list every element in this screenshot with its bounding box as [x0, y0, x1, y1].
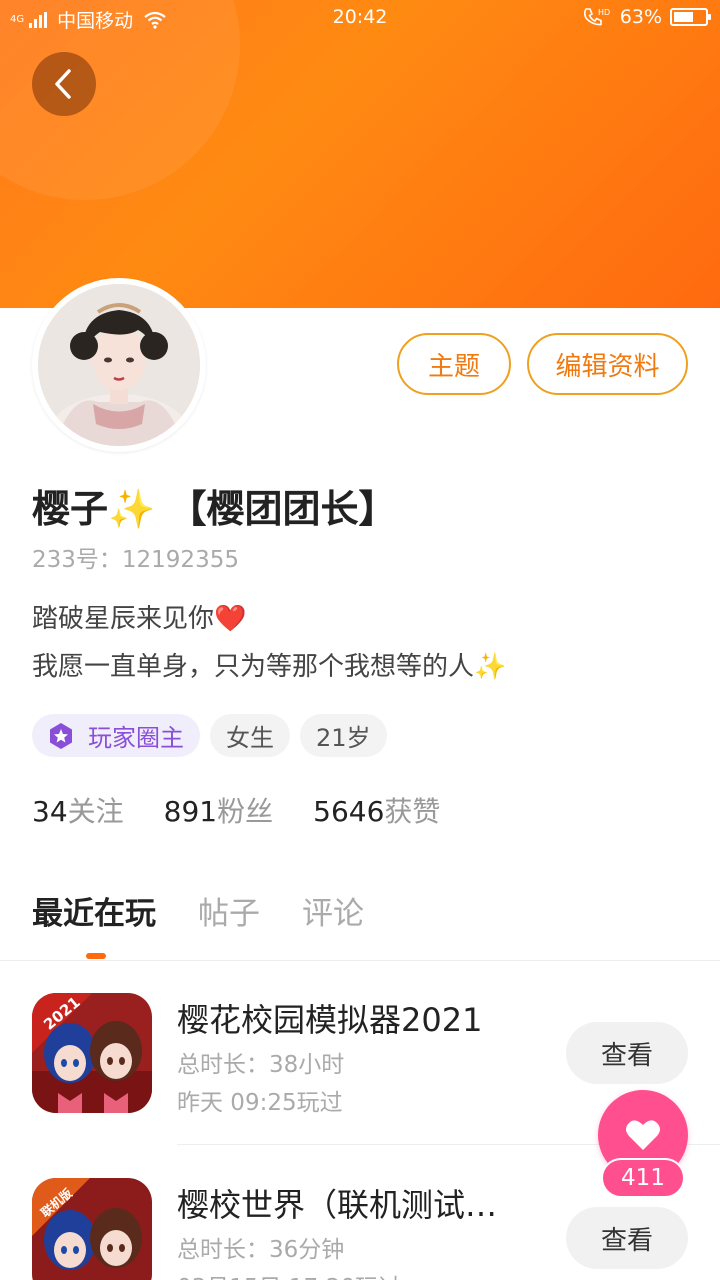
avatar[interactable]	[32, 278, 206, 452]
profile-banner: 4G 中国移动 20:42 HD 63%	[0, 0, 720, 308]
following-label: 关注	[67, 795, 124, 828]
profile-stats: 34关注 891粉丝 5646获赞	[32, 790, 440, 830]
game-cover-image: 联机版	[32, 1178, 152, 1280]
tab-comments[interactable]: 评论	[302, 888, 364, 933]
stat-following[interactable]: 34关注	[32, 790, 124, 830]
likes-count: 5646	[313, 795, 385, 828]
like-count-badge: 411	[601, 1158, 685, 1198]
call-hd-icon: HD	[583, 8, 610, 26]
likes-label: 获赞	[384, 795, 441, 828]
tab-active-indicator	[86, 953, 106, 959]
bio-line-1: 踏破星辰来见你❤️	[32, 604, 247, 634]
theme-button[interactable]: 主题	[397, 333, 511, 395]
game-last-played: 03月15日 17:20玩过	[177, 1268, 401, 1280]
nickname: 樱子✨ 【樱团团长】	[32, 487, 397, 531]
profile-tags: 玩家圈主 女生 21岁	[32, 714, 387, 757]
tag-circle-owner[interactable]: 玩家圈主	[32, 714, 200, 757]
user-id: 233号：12192355	[32, 547, 239, 573]
status-bar: 4G 中国移动 20:42 HD 63%	[0, 0, 720, 34]
battery-percent: 63%	[619, 6, 662, 28]
tab-divider	[0, 960, 720, 961]
game-last-played: 昨天 09:25玩过	[177, 1090, 343, 1116]
tag-age: 21岁	[300, 714, 387, 757]
tag-gender: 女生	[210, 714, 290, 757]
stat-fans[interactable]: 891粉丝	[164, 790, 273, 830]
tab-posts[interactable]: 帖子	[198, 888, 260, 933]
battery-icon	[670, 8, 711, 26]
chevron-left-icon	[55, 69, 71, 99]
stat-likes: 5646获赞	[313, 790, 440, 830]
game-title[interactable]: 樱花校园模拟器2021	[177, 995, 482, 1041]
tab-recent-played[interactable]: 最近在玩	[32, 888, 156, 933]
back-button[interactable]	[32, 52, 96, 116]
heart-icon	[626, 1120, 660, 1150]
view-button[interactable]: 查看	[566, 1022, 688, 1084]
game-icon[interactable]: 联机版	[32, 1178, 152, 1280]
svg-text:HD: HD	[598, 8, 610, 17]
star-badge-icon	[50, 722, 72, 749]
game-cover-image: 2021	[32, 993, 152, 1113]
avatar-image	[38, 284, 200, 446]
fans-label: 粉丝	[217, 795, 274, 828]
edit-profile-button[interactable]: 编辑资料	[527, 333, 688, 395]
bio-line-2: 我愿一直单身，只为等那个我想等的人✨	[32, 652, 507, 682]
view-button[interactable]: 查看	[566, 1207, 688, 1269]
profile-tabs: 最近在玩 帖子 评论	[32, 888, 364, 933]
game-duration: 总时长：38小时	[177, 1052, 345, 1078]
following-count: 34	[32, 795, 68, 828]
game-icon[interactable]: 2021	[32, 993, 152, 1113]
game-title[interactable]: 樱校世界（联机测试…	[177, 1180, 497, 1226]
tag-owner-label: 玩家圈主	[88, 724, 184, 752]
game-duration: 总时长：36分钟	[177, 1237, 345, 1263]
fans-count: 891	[163, 795, 218, 828]
